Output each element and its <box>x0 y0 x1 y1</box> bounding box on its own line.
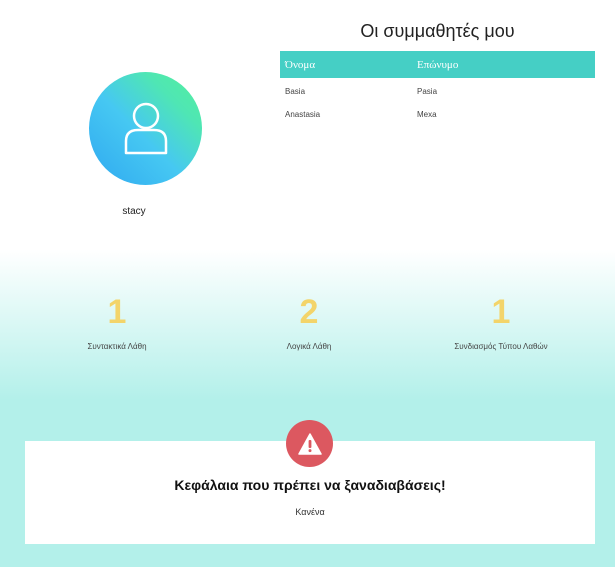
avatar <box>89 72 202 185</box>
cell-last-name: Mexa <box>417 110 437 119</box>
stat-logic-errors: 2 Λογικά Λάθη <box>229 290 389 351</box>
stat-label: Συντακτικά Λάθη <box>87 342 147 351</box>
user-icon <box>124 102 167 154</box>
stat-combined-errors: 1 Συνδιασμός Τύπου Λαθών <box>421 290 581 351</box>
review-title: Κεφάλαια που πρέπει να ξαναδιαβάσεις! <box>174 477 446 493</box>
warning-badge <box>286 420 333 467</box>
header-last-name: Επώνυμο <box>417 58 459 71</box>
stat-value: 1 <box>107 293 127 331</box>
header-first-name: Όνομα <box>285 58 316 71</box>
cell-first-name: Basia <box>285 87 306 96</box>
stat-value: 1 <box>491 293 511 331</box>
stat-value: 2 <box>299 293 319 331</box>
username: stacy <box>122 206 146 217</box>
stat-label: Συνδιασμός Τύπου Λαθών <box>454 342 548 351</box>
warning-icon <box>297 432 322 455</box>
stat-syntax-errors: 1 Συντακτικά Λάθη <box>37 290 197 351</box>
stat-label: Λογικά Λάθη <box>286 342 332 351</box>
table-row: Anastasia Mexa <box>280 103 595 126</box>
table-header: Όνομα Επώνυμο <box>280 51 595 78</box>
table-row: Basia Pasia <box>280 80 595 103</box>
cell-first-name: Anastasia <box>285 110 321 119</box>
review-body: Κανένα <box>295 507 325 517</box>
classmates-table: Όνομα Επώνυμο Basia Pasia Anastasia Mexa <box>280 51 595 126</box>
classmates-title: Οι συμμαθητές μου <box>360 21 515 41</box>
cell-last-name: Pasia <box>417 87 438 96</box>
